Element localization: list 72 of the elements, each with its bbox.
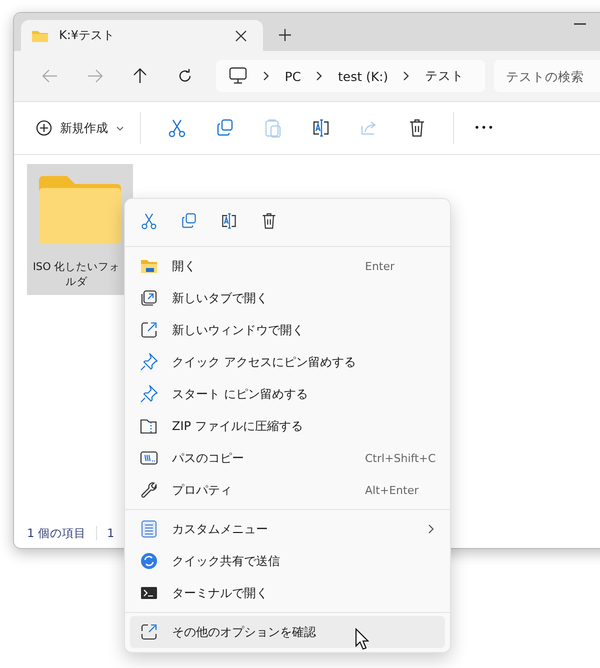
menu-label: クイック アクセスにピン留めする — [172, 354, 356, 370]
chevron-icon — [403, 71, 410, 81]
wrench-icon — [140, 481, 158, 499]
chevron-icon — [262, 71, 270, 81]
shortcut-text: Ctrl+Shift+C — [365, 452, 437, 464]
list-icon — [140, 520, 158, 538]
mouse-cursor-icon — [355, 628, 369, 650]
menu-label: カスタムメニュー — [172, 520, 268, 538]
rename-icon[interactable] — [220, 212, 238, 230]
status-text: 1 個の項目 — [27, 526, 86, 540]
menu-item[interactable]: クイック アクセスにピン留めする — [130, 346, 445, 378]
terminal-icon — [140, 584, 158, 602]
menu-item[interactable]: 開く Enter — [130, 250, 445, 282]
new-tab-icon[interactable] — [279, 29, 291, 41]
rename-icon[interactable] — [311, 118, 331, 138]
menu-label: 新しいウィンドウで開く — [172, 322, 304, 338]
more-button[interactable]: ••• — [466, 118, 503, 138]
cut-icon[interactable] — [167, 118, 187, 138]
shortcut-text: Alt+Enter — [365, 484, 420, 496]
external-window-icon — [140, 321, 158, 339]
pin-icon — [140, 353, 158, 371]
menu-item[interactable]: パスのコピー Ctrl+Shift+C — [130, 442, 445, 474]
menu-label: その他のオプションを確認 — [172, 624, 316, 640]
shortcut-text: Enter — [365, 260, 396, 272]
menu-item[interactable]: ZIP ファイルに圧縮する — [130, 410, 445, 442]
breadcrumb-item[interactable]: テスト — [425, 68, 464, 84]
tab[interactable]: K:¥テスト — [21, 20, 263, 51]
trash-icon[interactable] — [260, 212, 278, 230]
search-field[interactable]: テストの検索 — [494, 60, 600, 92]
folder-icon — [140, 257, 158, 275]
menu-label: 新しいタブで開く — [172, 290, 268, 306]
menu-item[interactable]: ターミナルで開く — [130, 577, 445, 609]
breadcrumb-item[interactable]: test (K:) — [338, 68, 388, 84]
share-circle-icon — [140, 552, 158, 570]
folder-name: ISO 化したいフォルダ — [32, 260, 122, 290]
menu-item[interactable]: 新しいウィンドウで開く — [130, 314, 445, 346]
menu-label: クイック共有で送信 — [172, 552, 280, 570]
menu-item[interactable]: 新しいタブで開く — [130, 282, 445, 314]
path-icon — [140, 449, 158, 467]
monitor-icon — [228, 67, 248, 85]
folder-item[interactable]: ISO 化したいフォルダ — [27, 164, 133, 295]
menu-label: ZIP ファイルに圧縮する — [172, 418, 303, 434]
copy-icon[interactable] — [180, 212, 198, 230]
menu-label: プロパティ — [172, 482, 232, 498]
breadcrumb-item[interactable]: PC — [284, 68, 302, 84]
plus-circle-icon — [36, 120, 52, 136]
folder-icon — [31, 28, 49, 42]
external-window-icon — [140, 623, 158, 641]
menu-item[interactable]: その他のオプションを確認 — [130, 616, 445, 648]
folder-icon — [37, 174, 123, 246]
cut-icon[interactable] — [140, 212, 158, 230]
trash-icon[interactable] — [407, 118, 427, 138]
menu-item[interactable]: スタート にピン留めする — [130, 378, 445, 410]
chevron-icon — [316, 71, 324, 81]
address-bar[interactable]: PC test (K:) テスト — [216, 60, 486, 92]
status-text: 1 — [106, 526, 114, 540]
pin-icon — [140, 385, 158, 403]
minimize-icon[interactable] — [574, 23, 586, 25]
menu-label: スタート にピン留めする — [172, 386, 308, 402]
menu-item[interactable]: クイック共有で送信 — [130, 545, 445, 577]
new-tab-icon — [140, 289, 158, 307]
menu-label: パスのコピー — [172, 450, 244, 466]
zip-folder-icon — [140, 417, 158, 435]
caret-icon — [116, 126, 124, 130]
copy-icon[interactable] — [215, 118, 235, 138]
new-button[interactable]: 新規作成 — [32, 116, 128, 140]
menu-label: 開く — [172, 258, 196, 274]
tab-title: K:¥テスト — [59, 27, 116, 44]
close-icon[interactable] — [235, 30, 247, 42]
menu-item[interactable]: プロパティ Alt+Enter — [130, 474, 445, 506]
menu-label: ターミナルで開く — [172, 584, 268, 602]
menu-item[interactable]: カスタムメニュー — [130, 513, 445, 545]
